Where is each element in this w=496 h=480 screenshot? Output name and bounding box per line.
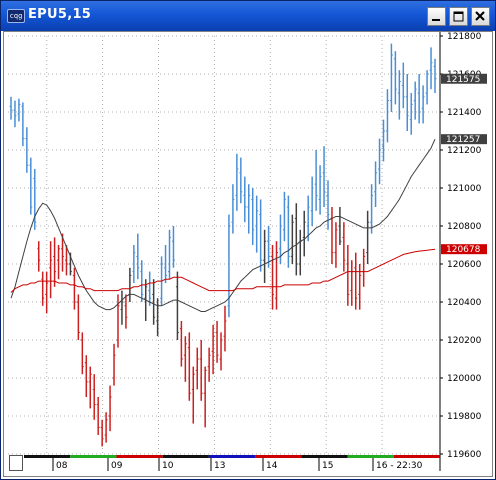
x-tick-label: 15 [322, 461, 333, 471]
y-tick-label: 121800 [447, 32, 482, 42]
x-tick-label: 14 [266, 461, 278, 471]
y-tick-label: 119600 [447, 450, 482, 460]
y-tick-label: 121200 [447, 146, 482, 156]
session-strip [24, 455, 71, 458]
scroll-handle[interactable] [9, 455, 23, 471]
y-tick-label: 120600 [447, 260, 482, 270]
chart-window: cqg EPU5,15 1218001216001214001212001210… [0, 0, 496, 480]
close-icon [475, 11, 485, 21]
minimize-icon [432, 19, 440, 21]
price-chart[interactable]: 1218001216001214001212001210001208001206… [4, 32, 492, 476]
chart-area[interactable]: 1218001216001214001212001210001208001206… [3, 31, 493, 477]
x-tick-label: 16 - 22:30 [376, 461, 423, 471]
y-tick-label: 121000 [447, 184, 482, 194]
y-tick-label: 119800 [447, 412, 482, 422]
price-tag-label: 120678 [446, 245, 481, 255]
maximize-button[interactable] [449, 7, 468, 26]
title-bar[interactable]: cqg EPU5,15 [1, 1, 495, 31]
x-tick-label: 09 [111, 461, 123, 471]
x-tick-label: 08 [56, 461, 68, 471]
app-icon[interactable]: cqg [7, 9, 25, 23]
session-strip [393, 455, 440, 458]
price-tag-label: 121257 [446, 135, 480, 145]
session-strip [208, 455, 256, 458]
session-strip [70, 455, 117, 458]
x-tick-label: 10 [162, 461, 174, 471]
session-strip [347, 455, 394, 458]
session-strip [301, 455, 348, 458]
window-title: EPU5,15 [28, 7, 92, 22]
maximize-icon [453, 11, 464, 22]
x-tick-label: 13 [214, 461, 225, 471]
y-tick-label: 120000 [447, 374, 482, 384]
session-strip [162, 455, 209, 458]
close-button[interactable] [471, 7, 490, 26]
minimize-button[interactable] [427, 7, 446, 26]
price-tag-label: 121575 [446, 75, 480, 85]
session-strip [116, 455, 163, 458]
y-tick-label: 121400 [447, 108, 482, 118]
y-tick-label: 120200 [447, 336, 482, 346]
y-tick-label: 120800 [447, 222, 482, 232]
session-strip [255, 455, 302, 458]
y-tick-label: 120400 [447, 298, 482, 308]
